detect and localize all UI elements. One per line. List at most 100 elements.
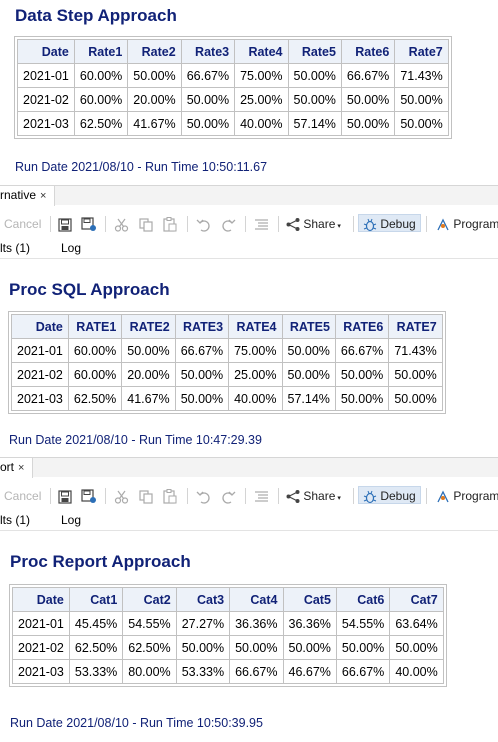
column-header: RATE5	[281, 314, 336, 339]
row-date-cell: 2021-03	[17, 111, 75, 136]
toolbar-separator	[245, 488, 246, 504]
undo-icon[interactable]	[196, 215, 211, 233]
table-cell: 36.36%	[282, 611, 337, 636]
table-cell: 75.00%	[234, 63, 289, 88]
close-icon[interactable]: ×	[40, 190, 46, 202]
row-date-cell: 2021-03	[11, 386, 69, 411]
table-cell: 66.67%	[335, 659, 391, 684]
format-code-icon[interactable]	[254, 487, 269, 505]
table-row: 2021-02 62.50% 62.50% 50.00% 50.00% 50.00% 50.…	[12, 635, 444, 660]
column-header: Cat1	[68, 587, 124, 612]
table-header-row: Date RATE1 RATE2 RATE3 RATE4 RATE5 RATE6 RATE7	[11, 314, 443, 339]
column-header: Rate6	[340, 39, 396, 64]
results-table: Date Cat1 Cat2 Cat3 Cat4 Cat5 Cat6 Cat7 2021-01 4…	[12, 587, 444, 684]
table-cell: 50.00%	[287, 63, 342, 88]
copy-icon[interactable]	[139, 487, 153, 505]
toolbar-separator	[426, 488, 427, 504]
save-icon[interactable]	[58, 215, 72, 233]
table-cell: 25.00%	[228, 362, 283, 387]
row-date-cell: 2021-02	[12, 635, 70, 660]
column-header: Rate3	[180, 39, 236, 64]
table-cell: 60.00%	[67, 338, 123, 363]
save-as-icon[interactable]	[81, 487, 97, 505]
run-timestamp: Run Date 2021/08/10 - Run Time 10:50:39.…	[10, 716, 263, 730]
toolbar-separator	[187, 216, 188, 232]
table-cell: 71.43%	[388, 338, 443, 363]
save-as-icon[interactable]	[81, 215, 97, 233]
table-cell: 62.50%	[73, 111, 129, 136]
column-header: RATE6	[334, 314, 390, 339]
table-cell: 40.00%	[389, 659, 444, 684]
cut-icon[interactable]	[114, 487, 129, 505]
column-header: Date	[11, 314, 69, 339]
column-header: Date	[12, 587, 70, 612]
editor-tab[interactable]: ort ×	[0, 458, 34, 478]
table-cell: 50.00%	[334, 362, 390, 387]
toolbar-separator	[50, 488, 51, 504]
table-cell: 50.00%	[389, 635, 444, 660]
table-cell: 60.00%	[67, 362, 123, 387]
copy-icon[interactable]	[139, 215, 153, 233]
cut-icon[interactable]	[114, 215, 129, 233]
toolbar-separator	[278, 216, 279, 232]
table-header-row: Date Rate1 Rate2 Rate3 Rate4 Rate5 Rate6 Rate7	[17, 39, 449, 64]
column-header: Rate5	[287, 39, 342, 64]
row-date-cell: 2021-01	[12, 611, 70, 636]
column-header: Cat6	[335, 587, 391, 612]
table-cell: 50.00%	[180, 87, 236, 112]
undo-icon[interactable]	[196, 487, 211, 505]
table-cell: 75.00%	[228, 338, 283, 363]
table-cell: 50.00%	[229, 635, 284, 660]
table-cell: 50.00%	[282, 635, 337, 660]
tab-results[interactable]: lts (1)	[0, 513, 30, 527]
column-header: Cat3	[175, 587, 231, 612]
table-cell: 50.00%	[388, 386, 443, 411]
redo-icon[interactable]	[221, 487, 236, 505]
table-cell: 50.00%	[281, 338, 336, 363]
editor-tab-label: rnative	[0, 188, 37, 202]
table-cell: 71.43%	[394, 63, 449, 88]
results-panel-proc-sql: Proc SQL Approach Date RATE1 RATE2 RATE3 RAT…	[0, 262, 498, 452]
column-header: Rate2	[127, 39, 182, 64]
program-button[interactable]: Program	[436, 215, 498, 233]
table-cell: 36.36%	[229, 611, 284, 636]
table-cell: 62.50%	[67, 386, 123, 411]
paste-icon[interactable]	[163, 215, 177, 233]
table-cell: 62.50%	[68, 635, 124, 660]
debug-label: Debug	[380, 489, 416, 503]
share-button[interactable]: Share ▾	[286, 215, 341, 233]
table-cell: 50.00%	[175, 635, 231, 660]
table-cell: 20.00%	[121, 362, 176, 387]
editor-tab[interactable]: rnative ×	[0, 186, 56, 206]
redo-icon[interactable]	[221, 215, 236, 233]
table-cell: 27.27%	[175, 611, 231, 636]
table-cell: 80.00%	[122, 659, 177, 684]
table-row: 2021-02 60.00% 20.00% 50.00% 25.00% 50.00% 50.…	[17, 87, 449, 112]
close-icon[interactable]: ×	[18, 462, 24, 474]
table-cell: 53.33%	[175, 659, 231, 684]
tab-log[interactable]: Log	[61, 513, 81, 527]
table-cell: 66.67%	[334, 338, 390, 363]
share-icon	[286, 490, 300, 504]
tab-log[interactable]: Log	[61, 241, 81, 255]
format-code-icon[interactable]	[254, 215, 269, 233]
cancel-button[interactable]: Cancel	[4, 487, 41, 505]
cancel-button[interactable]: Cancel	[4, 215, 41, 233]
save-icon[interactable]	[58, 487, 72, 505]
toolbar-separator	[245, 216, 246, 232]
results-table: Date Rate1 Rate2 Rate3 Rate4 Rate5 Rate6 Rate7 2…	[17, 39, 449, 136]
debug-button[interactable]: Debug	[358, 214, 421, 232]
paste-icon[interactable]	[163, 487, 177, 505]
toolbar-separator	[353, 488, 354, 504]
table-cell: 50.00%	[340, 87, 396, 112]
bug-icon	[363, 490, 377, 503]
table-row: 2021-03 62.50% 41.67% 50.00% 40.00% 57.14% 50.…	[17, 111, 449, 136]
column-header: Rate7	[394, 39, 449, 64]
debug-label: Debug	[380, 217, 416, 231]
program-button[interactable]: Program	[436, 487, 498, 505]
table-cell: 50.00%	[394, 87, 449, 112]
toolbar-separator	[50, 216, 51, 232]
debug-button[interactable]: Debug	[358, 486, 421, 504]
tab-results[interactable]: lts (1)	[0, 241, 30, 255]
share-button[interactable]: Share ▾	[286, 487, 341, 505]
